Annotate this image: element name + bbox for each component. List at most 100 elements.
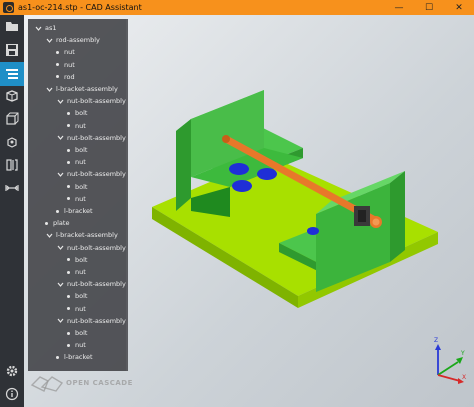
tree-node-label: nut-bolt-assembly [67, 280, 126, 289]
tree-node-label: bolt [75, 109, 88, 118]
chevron-down-icon[interactable] [34, 24, 42, 32]
view-cube-button[interactable] [0, 85, 24, 107]
tree-node-leaf[interactable]: plate [45, 217, 69, 229]
window-title: as1-oc-214.stp - CAD Assistant [18, 3, 142, 12]
tree-node-leaf[interactable]: nut [56, 59, 75, 71]
tree-node-expandable[interactable]: rod-assembly [45, 34, 100, 46]
close-button[interactable]: ✕ [444, 0, 474, 15]
bolt-head[interactable] [229, 163, 249, 175]
bullet-icon [67, 185, 70, 189]
folder-open-icon [6, 22, 18, 31]
bullet-icon [67, 258, 70, 262]
axis-triad: Z Y X [434, 337, 466, 384]
explode-view-icon [7, 137, 17, 148]
chevron-down-icon[interactable] [56, 317, 64, 325]
tree-node-expandable[interactable]: nut-bolt-assembly [56, 132, 126, 144]
tree-node-expandable[interactable]: nut-bolt-assembly [56, 315, 126, 327]
model-tree-button[interactable] [0, 62, 24, 86]
tree-node-leaf[interactable]: rod [56, 71, 75, 83]
bullet-icon [67, 331, 70, 335]
tree-node-label: nut-bolt-assembly [67, 316, 126, 325]
chevron-down-icon[interactable] [56, 97, 64, 105]
tree-node-leaf[interactable]: l-bracket [56, 351, 93, 363]
bullet-icon [67, 111, 70, 115]
model-tree-icon [6, 69, 18, 79]
tree-node-leaf[interactable]: bolt [67, 254, 87, 266]
wireframe-button[interactable] [0, 108, 24, 130]
chevron-down-icon[interactable] [56, 280, 64, 288]
bolt-head[interactable] [257, 168, 277, 180]
tree-node-label: bolt [75, 146, 88, 154]
model-tree-panel[interactable]: as1 rod-assembly nut nut rod l-bracket-assemb… [28, 19, 128, 371]
watermark-text: OPEN CASCADE [66, 379, 133, 387]
chevron-down-icon[interactable] [56, 170, 64, 178]
tree-node-leaf[interactable]: bolt [67, 327, 87, 339]
rod-end [222, 135, 230, 143]
tree-node-leaf[interactable]: l-bracket [56, 205, 93, 217]
bullet-icon [56, 355, 59, 359]
tree-node-expandable[interactable]: as1 [34, 22, 57, 34]
left-bracket-wall-end[interactable] [176, 119, 191, 211]
view-cube-icon [6, 90, 18, 102]
tree-node-leaf[interactable]: nut [67, 303, 86, 315]
tree-node-expandable[interactable]: l-bracket-assembly [45, 83, 118, 95]
bullet-icon [56, 50, 59, 54]
open-cascade-watermark: OPEN CASCADE [30, 373, 133, 393]
tree-node-expandable[interactable]: nut-bolt-assembly [56, 168, 126, 180]
tree-node-label: bolt [75, 292, 88, 301]
wireframe-box-icon [6, 112, 19, 125]
settings-button[interactable] [0, 360, 24, 382]
save-button[interactable] [0, 39, 24, 61]
tree-node-leaf[interactable]: bolt [67, 144, 87, 156]
tree-node-expandable[interactable]: nut-bolt-assembly [56, 278, 126, 290]
chevron-down-icon[interactable] [45, 85, 53, 93]
measure-icon [5, 185, 19, 191]
open-file-button[interactable] [0, 15, 24, 37]
chevron-down-icon[interactable] [56, 244, 64, 252]
tree-node-leaf[interactable]: bolt [67, 181, 87, 193]
tree-node-label: nut [75, 268, 86, 276]
tree-node-leaf[interactable]: nut [67, 193, 86, 205]
bullet-icon [67, 307, 70, 311]
tree-node-label: nut [75, 121, 86, 130]
tree-node-label: bolt [75, 329, 88, 337]
bolt-head[interactable] [307, 227, 319, 235]
tree-node-expandable[interactable]: nut-bolt-assembly [56, 95, 126, 107]
tree-node-leaf[interactable]: nut [56, 46, 75, 58]
app-logo-icon [3, 2, 14, 13]
chevron-down-icon[interactable] [45, 36, 53, 44]
info-button[interactable] [0, 383, 24, 405]
bullet-icon [56, 209, 59, 213]
bullet-icon [45, 221, 48, 225]
bullet-icon [56, 63, 59, 67]
bullet-icon [67, 343, 70, 347]
bullet-icon [67, 124, 70, 128]
maximize-button[interactable]: ☐ [414, 0, 444, 15]
tree-node-label: nut-bolt-assembly [67, 170, 126, 179]
tree-node-label: l-bracket [64, 207, 93, 215]
tree-node-leaf[interactable]: nut [67, 120, 86, 132]
gear-icon [6, 365, 18, 377]
bolt-head[interactable] [232, 180, 252, 192]
tree-scrollbar[interactable] [126, 19, 128, 371]
chevron-down-icon[interactable] [45, 231, 53, 239]
tree-node-leaf[interactable]: nut [67, 339, 86, 351]
clipping-plane-button[interactable] [0, 154, 24, 176]
right-bracket-wall-end[interactable] [390, 171, 405, 262]
tree-node-leaf[interactable]: nut [67, 156, 86, 168]
explode-view-button[interactable] [0, 131, 24, 153]
open-cascade-logo-icon [30, 376, 64, 392]
tree-node-leaf[interactable]: bolt [67, 107, 87, 119]
z-arrow [435, 344, 441, 350]
minimize-button[interactable]: — [384, 0, 414, 15]
tree-node-label: nut-bolt-assembly [67, 133, 126, 142]
bullet-icon [56, 75, 59, 79]
tree-node-leaf[interactable]: nut [67, 266, 86, 278]
chevron-down-icon[interactable] [56, 134, 64, 142]
tree-node-label: nut-bolt-assembly [67, 97, 126, 106]
tree-node-expandable[interactable]: nut-bolt-assembly [56, 242, 126, 254]
bullet-icon [67, 270, 70, 274]
tree-node-leaf[interactable]: bolt [67, 290, 87, 302]
measure-button[interactable] [0, 177, 24, 199]
tree-node-expandable[interactable]: l-bracket-assembly [45, 229, 118, 241]
